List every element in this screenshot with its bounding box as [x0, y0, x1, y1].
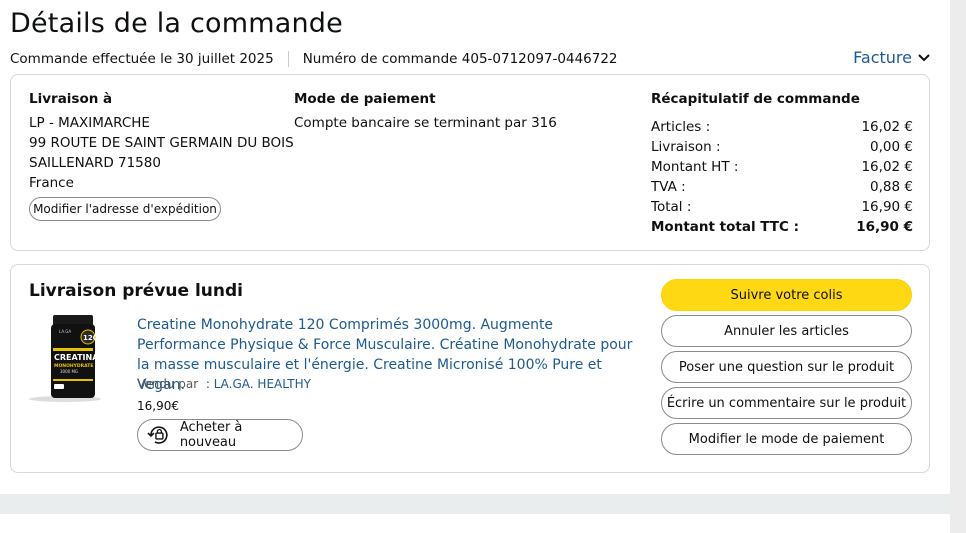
summary-label: Total :	[651, 199, 692, 215]
product-brand-text: LA.GA	[59, 329, 71, 334]
page-title: Détails de la commande	[10, 8, 343, 39]
chevron-down-icon	[918, 53, 930, 61]
order-summary: Articles : 16,02 € Livraison : 0,00 € Mont…	[651, 117, 913, 237]
summary-label: Montant total TTC :	[651, 219, 799, 235]
buy-again-button[interactable]: Acheter à nouveau	[137, 419, 303, 451]
write-review-button[interactable]: Écrire un commentaire sur le produit	[661, 387, 912, 419]
summary-value: 0,00 €	[870, 139, 913, 155]
sold-by-label: Vendu par	[137, 377, 199, 391]
buy-again-icon	[147, 426, 168, 444]
product-count-text: 120	[83, 334, 98, 342]
cancel-items-button[interactable]: Annuler les articles	[661, 315, 912, 347]
address-line: 99 ROUTE DE SAINT GERMAIN DU BOIS	[29, 135, 294, 151]
address-line: SAILLENARD 71580	[29, 155, 161, 171]
invoice-label: Facture	[853, 48, 912, 67]
scrollbar-track[interactable]	[950, 0, 966, 533]
product-name-text: CREATINA	[54, 353, 99, 362]
order-number: Numéro de commande 405-0712097-0446722	[302, 51, 618, 67]
summary-label: Montant HT :	[651, 159, 739, 175]
summary-value: 16,90 €	[856, 219, 913, 235]
delivery-status-title: Livraison prévue lundi	[29, 281, 243, 301]
product-dose-text: 3000 MG	[60, 369, 78, 374]
shipping-title: Livraison à	[29, 91, 113, 107]
seller-link[interactable]: : LA.GA. HEALTHY	[206, 377, 311, 391]
summary-value: 16,02 €	[861, 119, 913, 135]
product-price: 16,90€	[137, 399, 179, 413]
summary-total-row: Montant total TTC : 16,90 €	[651, 217, 913, 237]
address-line: France	[29, 175, 74, 191]
summary-row: Total : 16,90 €	[651, 197, 913, 217]
shipment-card: Livraison prévue lundi LA.GA 120 CREATIN…	[10, 264, 930, 473]
summary-value: 16,90 €	[861, 199, 913, 215]
page: Détails de la commande Commande effectué…	[0, 0, 950, 533]
order-date: Commande effectuée le 30 juillet 2025	[10, 51, 274, 67]
shipping-address: LP - MAXIMARCHE 99 ROUTE DE SAINT GERMAI…	[29, 113, 294, 193]
summary-label: Livraison :	[651, 139, 721, 155]
meta-divider	[287, 51, 289, 67]
summary-label: Articles :	[651, 119, 711, 135]
payment-method: Compte bancaire se terminant par 316	[294, 115, 557, 131]
section-divider	[0, 494, 950, 514]
summary-row: Livraison : 0,00 €	[651, 137, 913, 157]
summary-title: Récapitulatif de commande	[651, 91, 860, 107]
payment-title: Mode de paiement	[294, 91, 436, 107]
summary-label: TVA :	[651, 179, 686, 195]
edit-address-button[interactable]: Modifier l'adresse d'expédition	[29, 197, 221, 221]
summary-value: 16,02 €	[861, 159, 913, 175]
ask-question-button[interactable]: Poser une question sur le produit	[661, 351, 912, 383]
product-image[interactable]: LA.GA 120 CREATINA MONOHYDRATE 3000 MG	[27, 313, 105, 405]
sold-by: Vendu par : LA.GA. HEALTHY	[137, 377, 311, 391]
summary-row: Articles : 16,02 €	[651, 117, 913, 137]
invoice-dropdown[interactable]: Facture	[853, 48, 930, 67]
buy-again-label: Acheter à nouveau	[179, 420, 243, 450]
order-info-card: Livraison à LP - MAXIMARCHE 99 ROUTE DE …	[10, 74, 930, 251]
track-package-button[interactable]: Suivre votre colis	[661, 279, 912, 311]
change-payment-button[interactable]: Modifier le mode de paiement	[661, 423, 912, 455]
order-meta: Commande effectuée le 30 juillet 2025 Nu…	[10, 51, 618, 67]
address-line: LP - MAXIMARCHE	[29, 115, 150, 131]
summary-row: TVA : 0,88 €	[651, 177, 913, 197]
summary-value: 0,88 €	[870, 179, 913, 195]
summary-row: Montant HT : 16,02 €	[651, 157, 913, 177]
